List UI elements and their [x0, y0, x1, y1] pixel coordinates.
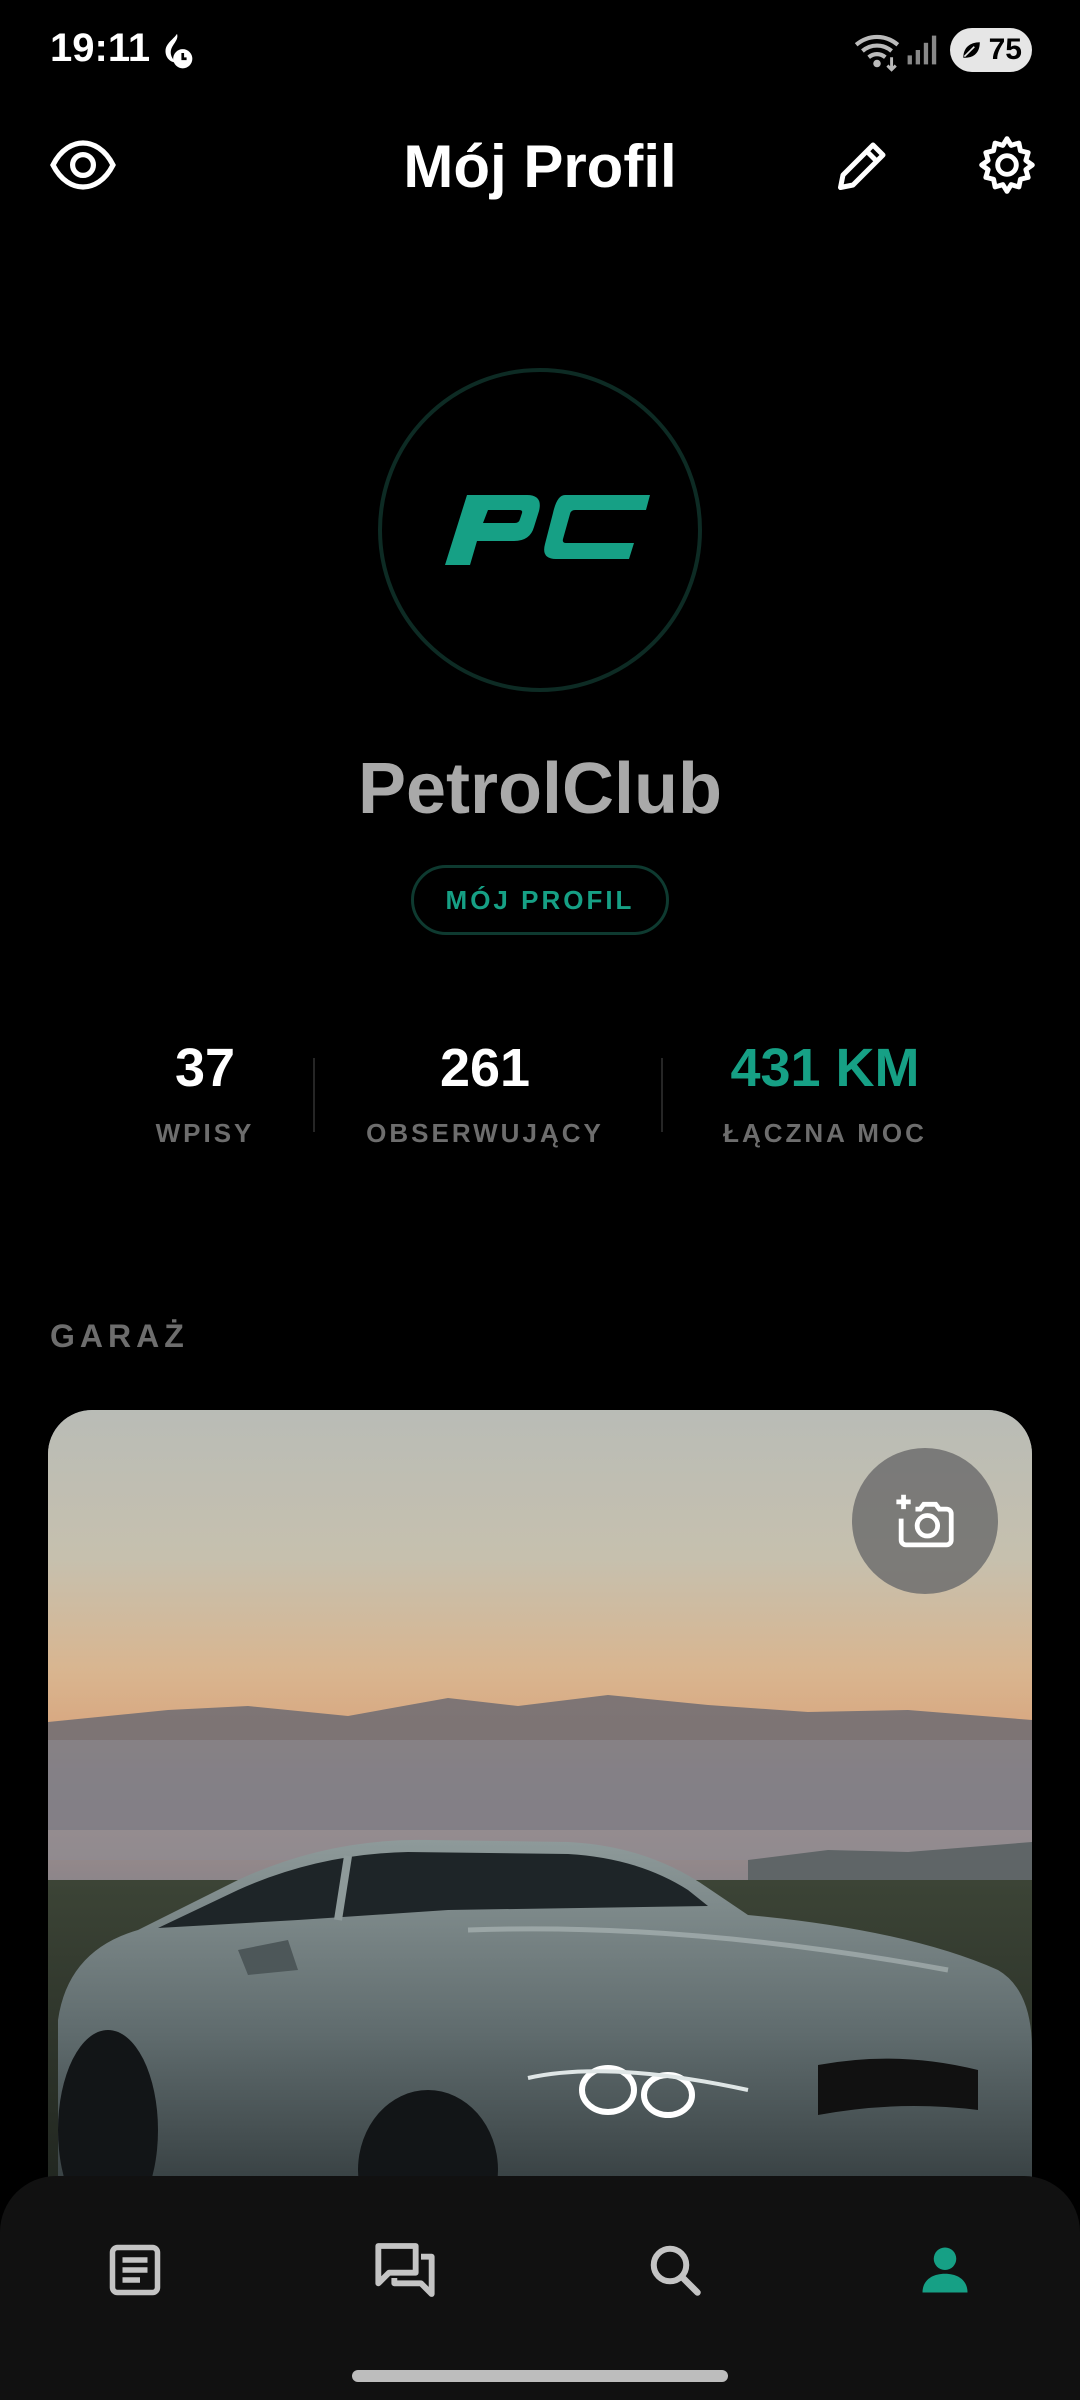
stat-power-label: ŁĄCZNA MOC [723, 1118, 927, 1148]
nav-chat[interactable] [365, 2230, 445, 2310]
app-header: Mój Profil [0, 110, 1080, 220]
garage-car-card[interactable] [48, 1410, 1032, 2230]
profile-stats: 37 WPISY 261 OBSERWUJĄCY 431 KM ŁĄCZNA M… [0, 1030, 1080, 1170]
nav-feed[interactable] [95, 2230, 175, 2310]
nav-profile[interactable] [905, 2230, 985, 2310]
stat-followers-label: OBSERWUJĄCY [366, 1118, 604, 1148]
profile-name: PetrolClub [357, 749, 722, 829]
battery-saver-icon [963, 42, 980, 58]
bottom-navigation [0, 2176, 1080, 2400]
edit-profile-button[interactable] [828, 130, 898, 200]
profile-screen: 19:11 75 Mój Profil PC PetrolClub MÓJ PR… [0, 0, 1080, 2400]
stat-divider [661, 1058, 663, 1132]
add-photo-icon [896, 1494, 954, 1548]
status-time: 19:11 [50, 26, 151, 70]
settings-button[interactable] [972, 130, 1042, 200]
stat-divider [313, 1058, 315, 1132]
my-profile-chip[interactable]: MÓJ PROFIL [411, 865, 669, 935]
avatar-logo-text: PC [415, 475, 417, 476]
gear-icon [979, 136, 1035, 194]
stat-power-value: 431 KM [730, 1038, 920, 1098]
search-icon [650, 2245, 701, 2296]
nav-search[interactable] [635, 2230, 715, 2310]
stat-power: 431 KM ŁĄCZNA MOC [700, 1030, 950, 1149]
home-indicator[interactable] [352, 2370, 728, 2382]
chat-icon [375, 2243, 435, 2297]
wifi-icon [854, 34, 900, 72]
profile-icon [922, 2247, 968, 2293]
page-title: Mój Profil [403, 133, 677, 200]
stat-followers[interactable]: 261 OBSERWUJĄCY [360, 1030, 610, 1149]
stat-posts-label: WPISY [155, 1118, 255, 1148]
add-photo-button[interactable] [852, 1448, 998, 1594]
avatar[interactable]: PC [378, 368, 702, 692]
stat-followers-value: 261 [439, 1038, 531, 1098]
flame-icon [165, 33, 193, 69]
battery-level: 75 [988, 33, 1022, 66]
stat-posts-value: 37 [174, 1038, 236, 1098]
petrolclub-logo: PC [415, 475, 650, 565]
signal-icon [907, 35, 937, 65]
pencil-icon [838, 142, 886, 190]
stat-posts[interactable]: 37 WPISY [130, 1030, 280, 1149]
feed-icon [109, 2244, 161, 2296]
battery-icon: 75 [950, 28, 1032, 72]
status-bar: 19:11 75 [0, 0, 1080, 110]
garage-section-title: GARAŻ [50, 1318, 189, 1354]
